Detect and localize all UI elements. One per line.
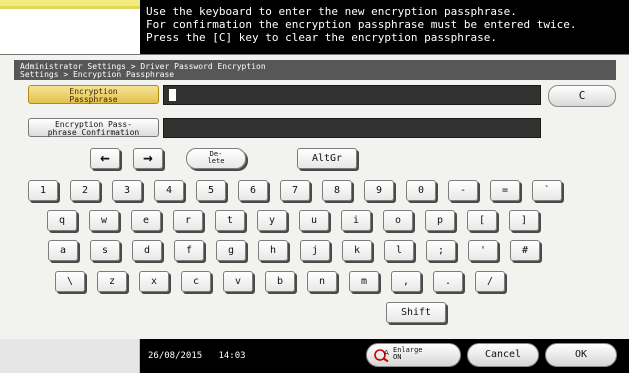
key-row2-2[interactable]: e (131, 210, 161, 231)
status-bar-left-panel (0, 339, 140, 373)
key-row2-3[interactable]: r (173, 210, 203, 231)
key-row4-1[interactable]: z (97, 271, 127, 292)
enlarge-label-line-2: ON (393, 353, 402, 361)
key-row1-11[interactable]: = (490, 180, 520, 201)
key-row1-2[interactable]: 3 (112, 180, 142, 201)
key-row1-9[interactable]: 0 (406, 180, 436, 201)
key-row1-12[interactable]: ` (532, 180, 562, 201)
delete-key-line-2: lete (207, 157, 225, 165)
cursor-right-key[interactable]: → (133, 148, 163, 169)
message-line-2: For confirmation the encryption passphra… (146, 18, 577, 31)
key-row4-5[interactable]: b (265, 271, 295, 292)
key-row1-0[interactable]: 1 (28, 180, 58, 201)
time-text: 14:03 (218, 351, 246, 361)
shift-key[interactable]: Shift (386, 302, 446, 323)
key-row2-6[interactable]: u (299, 210, 329, 231)
key-row2-1[interactable]: w (89, 210, 119, 231)
key-row3-3[interactable]: f (174, 240, 204, 261)
date-text: 26/08/2015 (148, 351, 203, 361)
message-line-1: Use the keyboard to enter the new encryp… (146, 5, 517, 18)
instruction-message: Use the keyboard to enter the new encryp… (140, 0, 629, 54)
encryption-passphrase-tab[interactable]: Encryption Passphrase (28, 85, 159, 104)
message-line-3: Press the [C] key to clear the encryptio… (146, 31, 497, 44)
key-row4-6[interactable]: n (307, 271, 337, 292)
key-row3-10[interactable]: ' (468, 240, 498, 261)
altgr-key[interactable]: AltGr (297, 148, 357, 169)
cursor-left-key[interactable]: ← (90, 148, 120, 169)
key-row3-11[interactable]: # (510, 240, 540, 261)
confirmation-label-line-2: phrase Confirmation (47, 128, 140, 137)
passphrase-confirmation-tab[interactable]: Encryption Pass- phrase Confirmation (28, 118, 159, 137)
key-row1-7[interactable]: 8 (322, 180, 352, 201)
key-row4-7[interactable]: m (349, 271, 379, 292)
status-strip-shadow (0, 6, 140, 9)
key-row1-3[interactable]: 4 (154, 180, 184, 201)
key-row1-4[interactable]: 5 (196, 180, 226, 201)
key-row3-2[interactable]: d (132, 240, 162, 261)
key-row3-4[interactable]: g (216, 240, 246, 261)
key-row1-6[interactable]: 7 (280, 180, 310, 201)
key-row1-8[interactable]: 9 (364, 180, 394, 201)
key-row4-0[interactable]: \ (55, 271, 85, 292)
key-row1-1[interactable]: 2 (70, 180, 100, 201)
key-row2-9[interactable]: p (425, 210, 455, 231)
breadcrumb: Administrator Settings > Driver Password… (14, 60, 616, 80)
key-row2-11[interactable]: ] (509, 210, 539, 231)
ok-button[interactable]: OK (545, 343, 617, 367)
key-row4-2[interactable]: x (139, 271, 169, 292)
key-row2-7[interactable]: i (341, 210, 371, 231)
key-row3-5[interactable]: h (258, 240, 288, 261)
key-row4-9[interactable]: . (433, 271, 463, 292)
delete-key[interactable]: De- lete (186, 148, 246, 169)
key-row4-3[interactable]: c (181, 271, 211, 292)
magnify-accessibility-icon: A (374, 349, 389, 362)
key-row2-10[interactable]: [ (467, 210, 497, 231)
confirmation-input[interactable] (163, 118, 541, 138)
key-row4-8[interactable]: , (391, 271, 421, 292)
key-row3-9[interactable]: ; (426, 240, 456, 261)
key-row3-8[interactable]: l (384, 240, 414, 261)
key-row3-1[interactable]: s (90, 240, 120, 261)
key-row1-5[interactable]: 6 (238, 180, 268, 201)
breadcrumb-line-2: Settings > Encryption Passphrase (20, 70, 175, 79)
key-row3-7[interactable]: k (342, 240, 372, 261)
svg-text:A: A (384, 349, 389, 357)
key-row4-10[interactable]: / (475, 271, 505, 292)
key-row4-4[interactable]: v (223, 271, 253, 292)
passphrase-label-line-2: Passphrase (69, 95, 118, 104)
date-time: 26/08/2015 14:03 (148, 350, 246, 362)
key-row3-0[interactable]: a (48, 240, 78, 261)
key-row2-8[interactable]: o (383, 210, 413, 231)
passphrase-input[interactable] (163, 85, 541, 105)
cancel-button[interactable]: Cancel (467, 343, 539, 367)
key-row2-4[interactable]: t (215, 210, 245, 231)
text-cursor (169, 89, 176, 101)
clear-button[interactable]: C (548, 85, 616, 107)
key-row2-0[interactable]: q (47, 210, 77, 231)
key-row2-5[interactable]: y (257, 210, 287, 231)
key-row3-6[interactable]: j (300, 240, 330, 261)
key-row1-10[interactable]: - (448, 180, 478, 201)
enlarge-display-button[interactable]: A Enlarge ON (366, 343, 461, 367)
